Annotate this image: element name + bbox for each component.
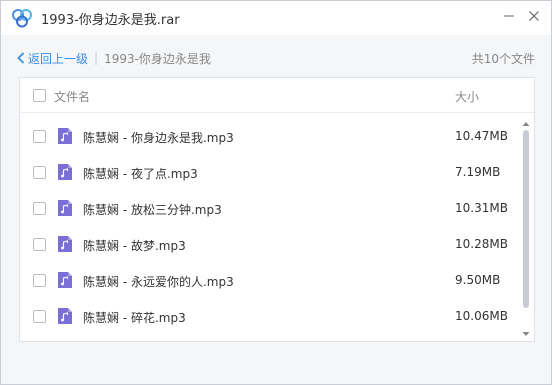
list-item[interactable]: 陈慧娴 - 夜了点.mp3 7.19MB: [20, 155, 520, 191]
file-size: 7.19MB: [455, 165, 501, 179]
minimize-button[interactable]: [498, 5, 520, 27]
file-size: 10.47MB: [455, 129, 508, 143]
audio-file-icon: [58, 308, 72, 324]
file-list: 文件名 大小 陈慧娴 - 你身边永是我.mp3 10.47MB 陈慧娴 - 夜了…: [19, 77, 535, 342]
audio-file-icon: [58, 128, 72, 144]
audio-file-icon: [58, 200, 72, 216]
row-checkbox[interactable]: [33, 238, 46, 251]
archive-window: 1993-你身边永是我.rar 返回上一级 | 1993-你身边永是我 共10个…: [0, 0, 552, 385]
row-checkbox[interactable]: [33, 202, 46, 215]
navigation-bar: 返回上一级 | 1993-你身边永是我 共10个文件: [17, 48, 537, 68]
scrollbar-thumb[interactable]: [523, 130, 529, 308]
file-name: 陈慧娴 - 放松三分钟.mp3: [83, 203, 222, 217]
archive-app-icon: [12, 9, 32, 28]
file-count: 共10个文件: [471, 51, 535, 66]
back-label: 返回上一级: [28, 51, 89, 66]
file-size: 10.31MB: [455, 201, 508, 215]
file-name: 陈慧娴 - 你身边永是我.mp3: [83, 131, 234, 145]
file-size: 9.50MB: [455, 273, 501, 287]
title-bar: 1993-你身边永是我.rar: [1, 1, 551, 35]
caret-down-icon: [522, 332, 530, 336]
window-title: 1993-你身边永是我.rar: [41, 13, 180, 28]
list-header: 文件名 大小: [20, 78, 534, 113]
scroll-down-button[interactable]: [522, 330, 530, 338]
file-name: 陈慧娴 - 夜了点.mp3: [83, 167, 198, 181]
file-name: 陈慧娴 - 永远爱你的人.mp3: [83, 275, 234, 289]
file-size: 10.28MB: [455, 237, 508, 251]
list-item[interactable]: 陈慧娴 - 你身边永是我.mp3 10.47MB: [20, 119, 520, 155]
audio-file-icon: [58, 236, 72, 252]
list-item[interactable]: 陈慧娴 - 故梦.mp3 10.28MB: [20, 227, 520, 263]
audio-file-icon: [58, 164, 72, 180]
caret-up-icon: [522, 122, 530, 126]
vertical-scrollbar[interactable]: [520, 118, 532, 340]
file-size: 10.06MB: [455, 309, 508, 323]
audio-file-icon: [58, 272, 72, 288]
chevron-left-icon: [17, 52, 25, 64]
list-item[interactable]: 陈慧娴 - 永远爱你的人.mp3 9.50MB: [20, 263, 520, 299]
row-checkbox[interactable]: [33, 166, 46, 179]
back-button[interactable]: 返回上一级: [17, 50, 88, 67]
row-checkbox[interactable]: [33, 130, 46, 143]
breadcrumb-separator: |: [94, 51, 99, 65]
file-name: 陈慧娴 - 碎花.mp3: [83, 311, 186, 325]
column-header-name[interactable]: 文件名: [54, 88, 90, 105]
select-all-checkbox[interactable]: [33, 89, 46, 102]
file-rows: 陈慧娴 - 你身边永是我.mp3 10.47MB 陈慧娴 - 夜了点.mp3 7…: [20, 119, 520, 335]
close-icon: [529, 11, 539, 21]
list-item[interactable]: 陈慧娴 - 放松三分钟.mp3 10.31MB: [20, 191, 520, 227]
breadcrumb: 1993-你身边永是我: [104, 51, 211, 66]
scroll-up-button[interactable]: [522, 120, 530, 128]
column-header-size[interactable]: 大小: [455, 88, 479, 105]
minimize-icon: [504, 15, 514, 17]
row-checkbox[interactable]: [33, 310, 46, 323]
close-button[interactable]: [523, 5, 545, 27]
row-checkbox[interactable]: [33, 274, 46, 287]
file-name: 陈慧娴 - 故梦.mp3: [83, 239, 186, 253]
list-item[interactable]: 陈慧娴 - 碎花.mp3 10.06MB: [20, 299, 520, 335]
